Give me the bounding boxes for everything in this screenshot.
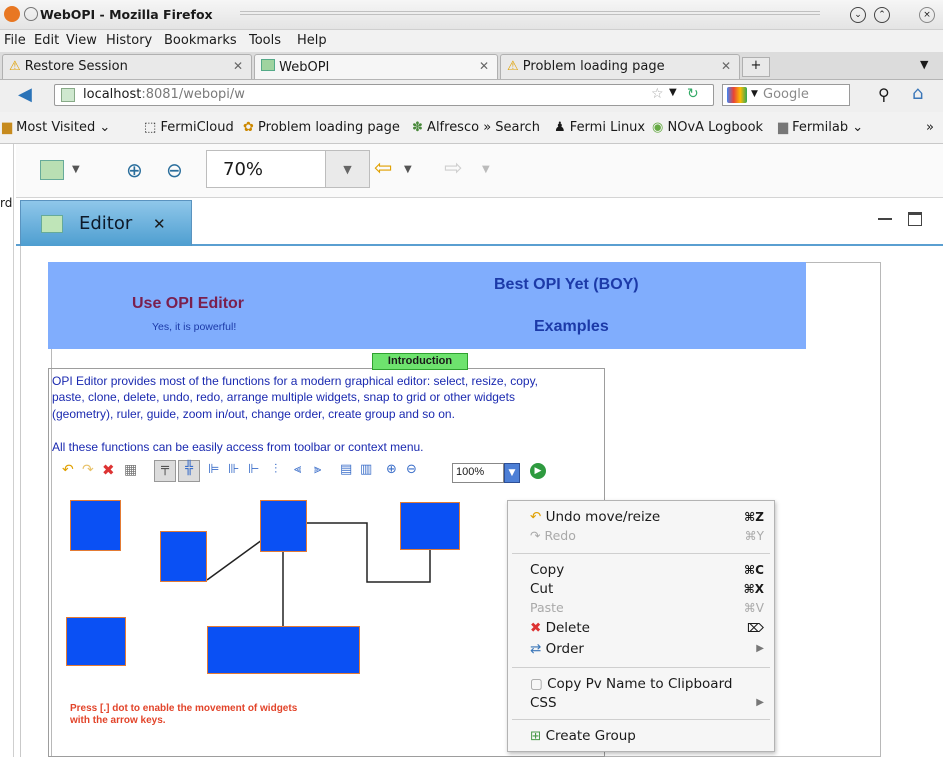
menu-item-css[interactable]: CSS: [530, 695, 557, 711]
menu-separator: [512, 667, 770, 668]
context-menu: ↶ Undo move/reize ⌘Z ↷ Redo ⌘Y Copy ⌘C C…: [507, 500, 775, 752]
menu-separator: [512, 719, 770, 720]
delete-icon: ✖: [530, 620, 542, 636]
shortcut-copy: ⌘C: [744, 563, 764, 577]
widget-rectangle[interactable]: [400, 502, 460, 550]
menu-item-cut[interactable]: Cut: [530, 581, 553, 597]
connection-lines: [206, 522, 431, 626]
menu-item-undo[interactable]: ↶ Undo move/reize: [530, 509, 660, 525]
menu-separator: [512, 553, 770, 554]
menu-item-paste: Paste: [530, 600, 564, 615]
widget-rectangle[interactable]: [207, 626, 360, 674]
undo-icon: ↶: [530, 509, 542, 525]
connector-line: [206, 539, 263, 581]
redo-icon: ↷: [530, 528, 541, 543]
shortcut-undo: ⌘Z: [744, 510, 764, 524]
shortcut-delete: ⌦: [747, 621, 764, 635]
menu-item-delete[interactable]: ✖ Delete: [530, 620, 590, 636]
menu-item-copy-pv-name[interactable]: ▢ Copy Pv Name to Clipboard: [530, 676, 732, 692]
shortcut-cut: ⌘X: [743, 582, 764, 596]
widget-rectangle[interactable]: [160, 531, 207, 582]
menu-item-copy[interactable]: Copy: [530, 562, 564, 578]
widget-rectangle[interactable]: [66, 617, 126, 666]
group-icon: ⊞: [530, 728, 542, 744]
menu-item-create-group[interactable]: ⊞ Create Group: [530, 728, 636, 744]
submenu-arrow-icon: ▶: [756, 697, 764, 708]
widget-rectangle[interactable]: [70, 500, 121, 551]
shortcut-paste: ⌘V: [743, 601, 764, 615]
order-icon: ⇄: [530, 641, 542, 657]
shortcut-redo: ⌘Y: [744, 529, 764, 543]
submenu-arrow-icon: ▶: [756, 643, 764, 654]
menu-item-redo: ↷ Redo: [530, 528, 576, 543]
menu-item-order[interactable]: ⇄ Order: [530, 641, 584, 657]
clipboard-icon: ▢: [530, 676, 543, 692]
hint-text: with the arrow keys.: [70, 715, 166, 726]
widget-rectangle[interactable]: [260, 500, 307, 552]
hint-text: Press [.] dot to enable the movement of …: [70, 703, 298, 714]
